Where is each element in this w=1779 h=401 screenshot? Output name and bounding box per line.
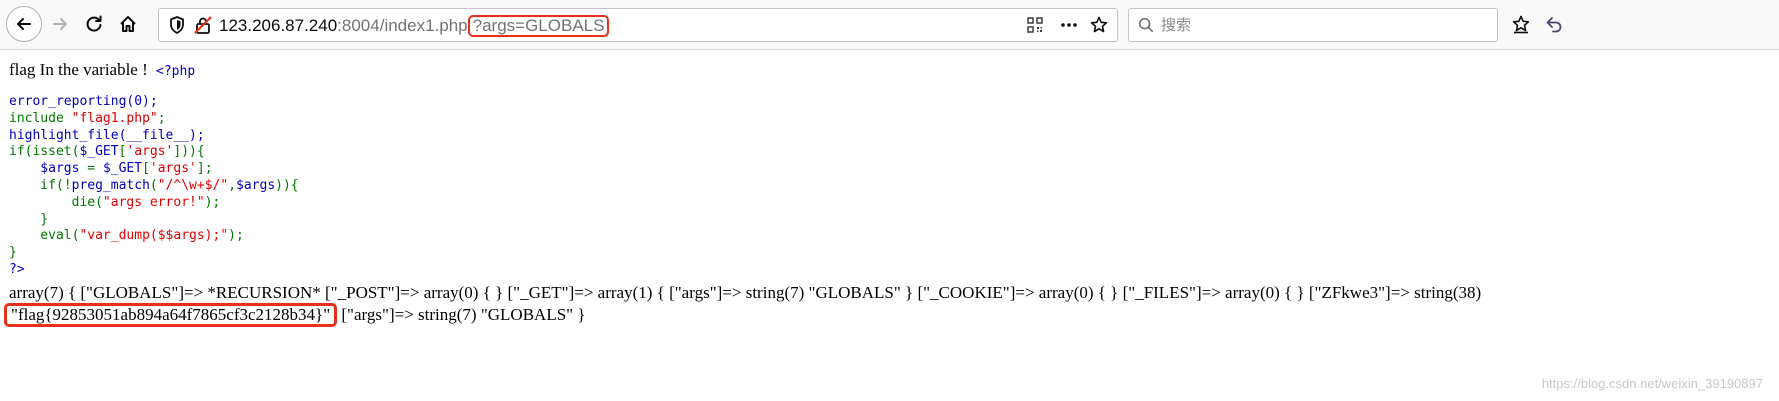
code-line-10: } (9, 245, 17, 261)
code-line-9b: "var_dump($$args);" (79, 228, 229, 244)
code-line-5d: [ (142, 161, 150, 177)
var-dump-output: array(7) { ["GLOBALS"]=> *RECURSION* ["_… (4, 282, 1769, 327)
reload-button[interactable] (78, 8, 110, 40)
code-line-6d: "/^\w+$/" (157, 177, 229, 193)
code-line-5f: ]; (196, 161, 213, 177)
search-icon (1138, 17, 1154, 33)
back-icon (17, 18, 31, 30)
star-icon[interactable] (1089, 15, 1109, 35)
sync-button[interactable] (1538, 8, 1570, 40)
code-line-4b: $_GET (79, 144, 119, 160)
home-icon (120, 16, 136, 32)
code-line-5b: = (87, 161, 103, 177)
code-line-2a: include (9, 110, 72, 126)
code-line-5c: $_GET (102, 161, 143, 177)
reload-icon (86, 15, 102, 32)
code-line-6e: , (228, 177, 237, 193)
qr-code-icon[interactable] (1025, 15, 1045, 35)
browser-toolbar: 123.206.87.240:8004/index1.php ?args=GLOB… (0, 0, 1779, 50)
code-line-11: ?> (9, 261, 25, 277)
code-line-7a: die( (9, 194, 103, 210)
php-open-tag: <?php (156, 64, 196, 79)
code-line-7b: "args error!" (102, 194, 205, 210)
url-path: /index1.php (379, 16, 468, 35)
code-line-9c: ); (228, 228, 244, 244)
code-line-4a: if(isset( (9, 144, 80, 160)
code-line-6f: $args (236, 177, 276, 193)
home-button[interactable] (112, 8, 144, 40)
url-port: :8004 (337, 16, 380, 35)
code-line-6b: preg_match (71, 177, 150, 193)
url-bar[interactable]: 123.206.87.240:8004/index1.php ?args=GLOB… (158, 8, 1118, 42)
search-bar[interactable]: 搜索 (1128, 8, 1498, 42)
insecure-lock-icon[interactable] (193, 15, 213, 35)
dump-line-2-rest: ["args"]=> string(7) "GLOBALS" } (337, 304, 586, 324)
code-line-4d: 'args' (126, 144, 174, 160)
intro-line: flag In the variable ! <?php (9, 58, 1769, 82)
intro-text: flag In the variable ! (9, 60, 153, 79)
code-line-6a: if(! (9, 177, 72, 193)
code-line-3: highlight_file(__file__); (9, 127, 205, 143)
library-icon (1512, 15, 1530, 34)
url-host: 123.206.87.240 (219, 16, 338, 35)
flag-highlight: "flag{92853051ab894a64f7865cf3c2128b34}" (4, 302, 338, 327)
forward-icon (53, 18, 67, 30)
code-line-1: error_reporting(0); (9, 94, 158, 109)
search-placeholder: 搜索 (1161, 16, 1192, 34)
page-content: flag In the variable ! <?php error_repor… (4, 58, 1769, 327)
url-query-highlight: ?args=GLOBALS (467, 15, 610, 37)
code-line-6g: )){ (275, 177, 299, 193)
more-icon[interactable] (1059, 15, 1079, 35)
dump-line-2: "flag{92853051ab894a64f7865cf3c2128b34}"… (4, 302, 1769, 327)
highlighted-source: error_reporting(0); include "flag1.php";… (9, 94, 1769, 279)
library-button[interactable] (1505, 8, 1537, 40)
dump-line-1: array(7) { ["GLOBALS"]=> *RECURSION* ["_… (9, 282, 1482, 302)
url-text[interactable]: 123.206.87.240:8004/index1.php ?args=GLOB… (219, 15, 610, 37)
shield-icon[interactable] (167, 15, 187, 35)
forward-button[interactable] (44, 8, 76, 40)
code-line-8: } (9, 211, 49, 227)
code-line-4e: ])){ (173, 144, 205, 160)
code-line-5a: $args (9, 161, 88, 177)
sync-icon (1546, 17, 1562, 33)
code-line-7c: ); (204, 194, 221, 210)
code-line-6c: ( (149, 177, 158, 193)
watermark: https://blog.csdn.net/weixin_39190897 (1541, 376, 1763, 391)
code-line-5e: 'args' (149, 161, 197, 177)
code-line-2c: ; (157, 110, 166, 126)
back-button[interactable] (6, 6, 42, 42)
code-line-2b: "flag1.php" (71, 110, 158, 126)
code-line-9a: eval( (9, 228, 80, 244)
